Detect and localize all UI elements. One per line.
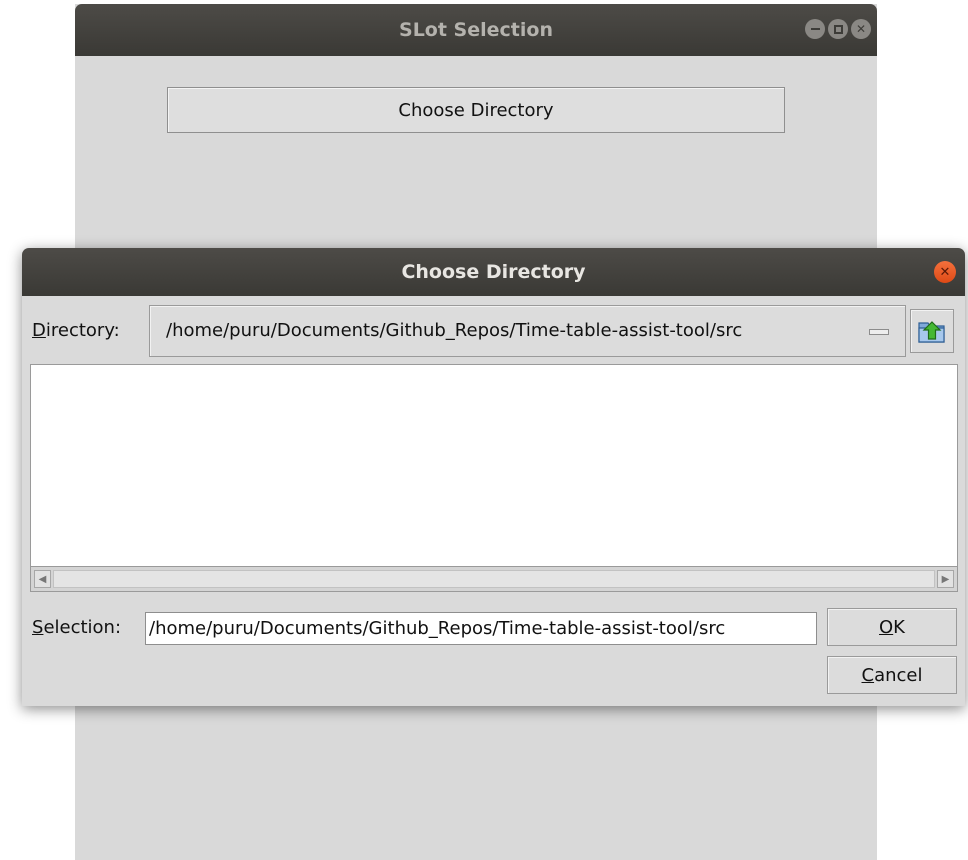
cancel-button[interactable]: Cancel bbox=[827, 656, 957, 694]
window-controls: ✕ bbox=[805, 19, 871, 39]
selection-input[interactable] bbox=[145, 612, 817, 645]
scroll-right-icon[interactable]: ▶ bbox=[937, 570, 954, 588]
directory-combobox[interactable]: /home/puru/Documents/Github_Repos/Time-t… bbox=[149, 305, 906, 357]
main-window-title: SLot Selection bbox=[399, 19, 553, 41]
main-window-titlebar[interactable]: SLot Selection ✕ bbox=[75, 4, 877, 56]
combobox-indicator-icon bbox=[869, 329, 889, 335]
close-icon[interactable]: ✕ bbox=[851, 19, 871, 39]
horizontal-scrollbar[interactable]: ◀ ▶ bbox=[30, 566, 958, 592]
choose-directory-button[interactable]: Choose Directory bbox=[167, 87, 785, 133]
directory-value: /home/puru/Documents/Github_Repos/Time-t… bbox=[166, 320, 743, 341]
choose-directory-button-label: Choose Directory bbox=[398, 99, 554, 121]
folder-up-icon bbox=[918, 321, 945, 343]
choose-directory-dialog: Choose Directory ✕ Directory: /home/puru… bbox=[22, 248, 965, 706]
parent-directory-button[interactable] bbox=[910, 309, 954, 353]
selection-label: Selection: bbox=[32, 617, 122, 638]
scrollbar-track[interactable] bbox=[53, 570, 935, 588]
scroll-left-icon[interactable]: ◀ bbox=[34, 570, 51, 588]
dialog-title: Choose Directory bbox=[401, 261, 586, 283]
file-list[interactable] bbox=[30, 364, 958, 592]
dialog-titlebar[interactable]: Choose Directory ✕ bbox=[22, 248, 965, 296]
ok-button[interactable]: OK bbox=[827, 608, 957, 646]
directory-label: Directory: bbox=[32, 320, 120, 341]
minimize-icon[interactable] bbox=[805, 19, 825, 39]
maximize-icon[interactable] bbox=[828, 19, 848, 39]
close-icon[interactable]: ✕ bbox=[934, 261, 956, 283]
